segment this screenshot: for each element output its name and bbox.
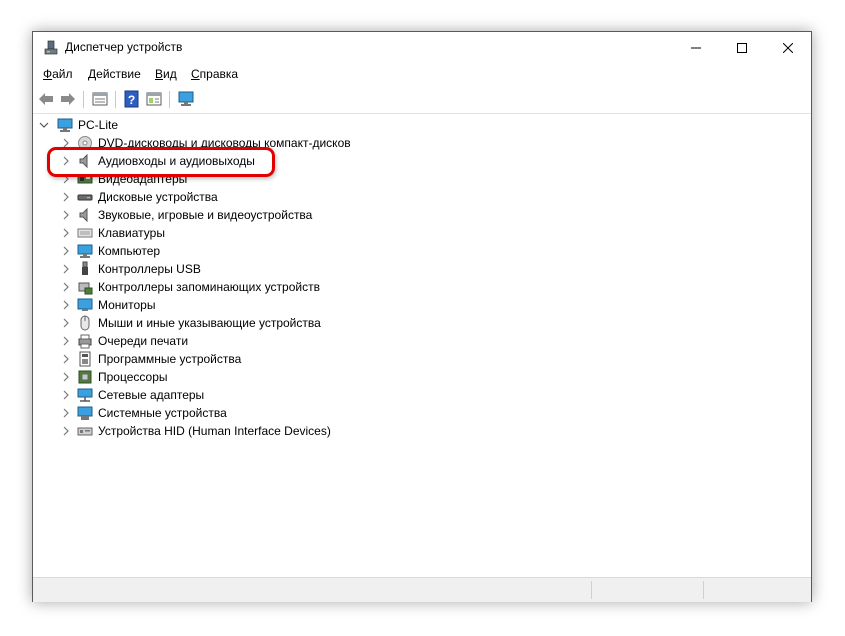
tree-item-label: Контроллеры USB <box>98 262 201 276</box>
device-manager-window: Диспетчер устройств Файл Действие Вид Сп… <box>32 31 812 602</box>
properties-icon[interactable] <box>91 90 109 108</box>
tree-item-label: Мониторы <box>98 298 156 312</box>
printer-icon <box>78 334 92 349</box>
chevron-right-icon[interactable] <box>61 300 71 310</box>
tree-item[interactable]: Клавиатуры <box>59 224 459 242</box>
status-divider <box>591 581 592 599</box>
tree-item[interactable]: Звуковые, игровые и видеоустройства <box>59 206 459 224</box>
tree-item[interactable]: Сетевые адаптеры <box>59 386 459 404</box>
tree-item-label: Дисковые устройства <box>98 190 218 204</box>
computer-icon <box>77 244 93 258</box>
device-manager-icon <box>44 40 58 55</box>
minimize-button[interactable] <box>673 32 719 63</box>
tree-item-label: Сетевые адаптеры <box>98 388 205 402</box>
tree-item-label: Клавиатуры <box>98 226 165 240</box>
chevron-right-icon[interactable] <box>61 264 71 274</box>
close-button[interactable] <box>765 32 811 63</box>
forward-arrow-icon[interactable] <box>59 90 77 108</box>
tree-item[interactable]: Контроллеры запоминающих устройств <box>59 278 459 296</box>
tree-item-label: Компьютер <box>98 244 161 258</box>
tree-item[interactable]: Программные устройства <box>59 350 459 368</box>
toolbar-separator <box>115 91 116 108</box>
tree-item[interactable]: Компьютер <box>59 242 459 260</box>
tree-root-pc-lite[interactable]: PC-Lite <box>39 116 339 134</box>
maximize-icon <box>737 42 747 53</box>
menu-file[interactable]: Файл <box>43 67 73 81</box>
tree-item-label: Системные устройства <box>98 406 227 420</box>
computer-root-icon <box>57 118 73 132</box>
status-bar <box>33 577 811 602</box>
keyboard-icon <box>77 228 93 238</box>
monitor-icon <box>77 298 93 311</box>
usb-icon <box>82 261 88 275</box>
chevron-right-icon[interactable] <box>61 426 71 436</box>
tree-item[interactable]: Мыши и иные указывающие устройства <box>59 314 459 332</box>
close-icon <box>783 42 793 53</box>
chevron-right-icon[interactable] <box>61 228 71 238</box>
toolbar: ? <box>33 85 811 114</box>
title-bar[interactable]: Диспетчер устройств <box>33 32 811 63</box>
chevron-right-icon[interactable] <box>61 408 71 418</box>
tree-item-label: Программные устройства <box>98 352 242 366</box>
status-divider <box>703 581 704 599</box>
chevron-right-icon[interactable] <box>61 354 71 364</box>
chevron-right-icon[interactable] <box>61 372 71 382</box>
speaker-icon <box>79 207 88 223</box>
menu-view[interactable]: Вид <box>155 67 177 81</box>
tree-item-label: Устройства HID (Human Interface Devices) <box>98 424 331 438</box>
tree-item[interactable]: Мониторы <box>59 296 459 314</box>
show-hidden-icon[interactable] <box>145 90 163 108</box>
menu-bar: Файл Действие Вид Справка <box>33 63 811 85</box>
disk-drive-icon <box>77 194 93 201</box>
tree-item-label: Контроллеры запоминающих устройств <box>98 280 320 294</box>
back-arrow-icon[interactable] <box>37 90 55 108</box>
chevron-right-icon[interactable] <box>61 282 71 292</box>
chevron-right-icon[interactable] <box>61 246 71 256</box>
tree-item[interactable]: Очереди печати <box>59 332 459 350</box>
chevron-right-icon[interactable] <box>61 318 71 328</box>
help-icon[interactable]: ? <box>123 90 141 108</box>
svg-text:?: ? <box>128 93 135 107</box>
maximize-button[interactable] <box>719 32 765 63</box>
highlight-annotation <box>47 147 275 177</box>
software-device-icon <box>79 351 91 367</box>
chevron-down-icon[interactable] <box>39 120 49 130</box>
tree-item[interactable]: Системные устройства <box>59 404 459 422</box>
chevron-right-icon[interactable] <box>61 336 71 346</box>
window-title: Диспетчер устройств <box>65 40 183 54</box>
storage-controller-icon <box>78 282 93 295</box>
mouse-icon <box>80 315 90 331</box>
processor-icon <box>78 370 92 384</box>
menu-action[interactable]: Действие <box>88 67 141 81</box>
menu-help[interactable]: Справка <box>191 67 238 81</box>
minimize-icon <box>691 47 701 48</box>
tree-item[interactable]: Процессоры <box>59 368 459 386</box>
tree-item-label: Процессоры <box>98 370 168 384</box>
device-tree: PC-Lite DVD-дисководы и дисководы компакт… <box>33 114 811 577</box>
tree-item[interactable]: Контроллеры USB <box>59 260 459 278</box>
tree-item-label: Мыши и иные указывающие устройства <box>98 316 321 330</box>
scan-hardware-icon[interactable] <box>177 90 195 108</box>
toolbar-separator <box>83 91 84 108</box>
tree-item-label: Очереди печати <box>98 334 189 348</box>
tree-item[interactable]: Устройства HID (Human Interface Devices) <box>59 422 459 440</box>
tree-item-label: Звуковые, игровые и видеоустройства <box>98 208 313 222</box>
tree-root-label: PC-Lite <box>78 118 119 132</box>
tree-item[interactable]: Дисковые устройства <box>59 188 459 206</box>
system-device-icon <box>77 406 93 420</box>
network-adapter-icon <box>77 388 93 402</box>
chevron-right-icon[interactable] <box>61 192 71 202</box>
chevron-right-icon[interactable] <box>61 390 71 400</box>
chevron-right-icon[interactable] <box>61 210 71 220</box>
toolbar-separator <box>169 91 170 108</box>
hid-icon <box>77 427 93 436</box>
